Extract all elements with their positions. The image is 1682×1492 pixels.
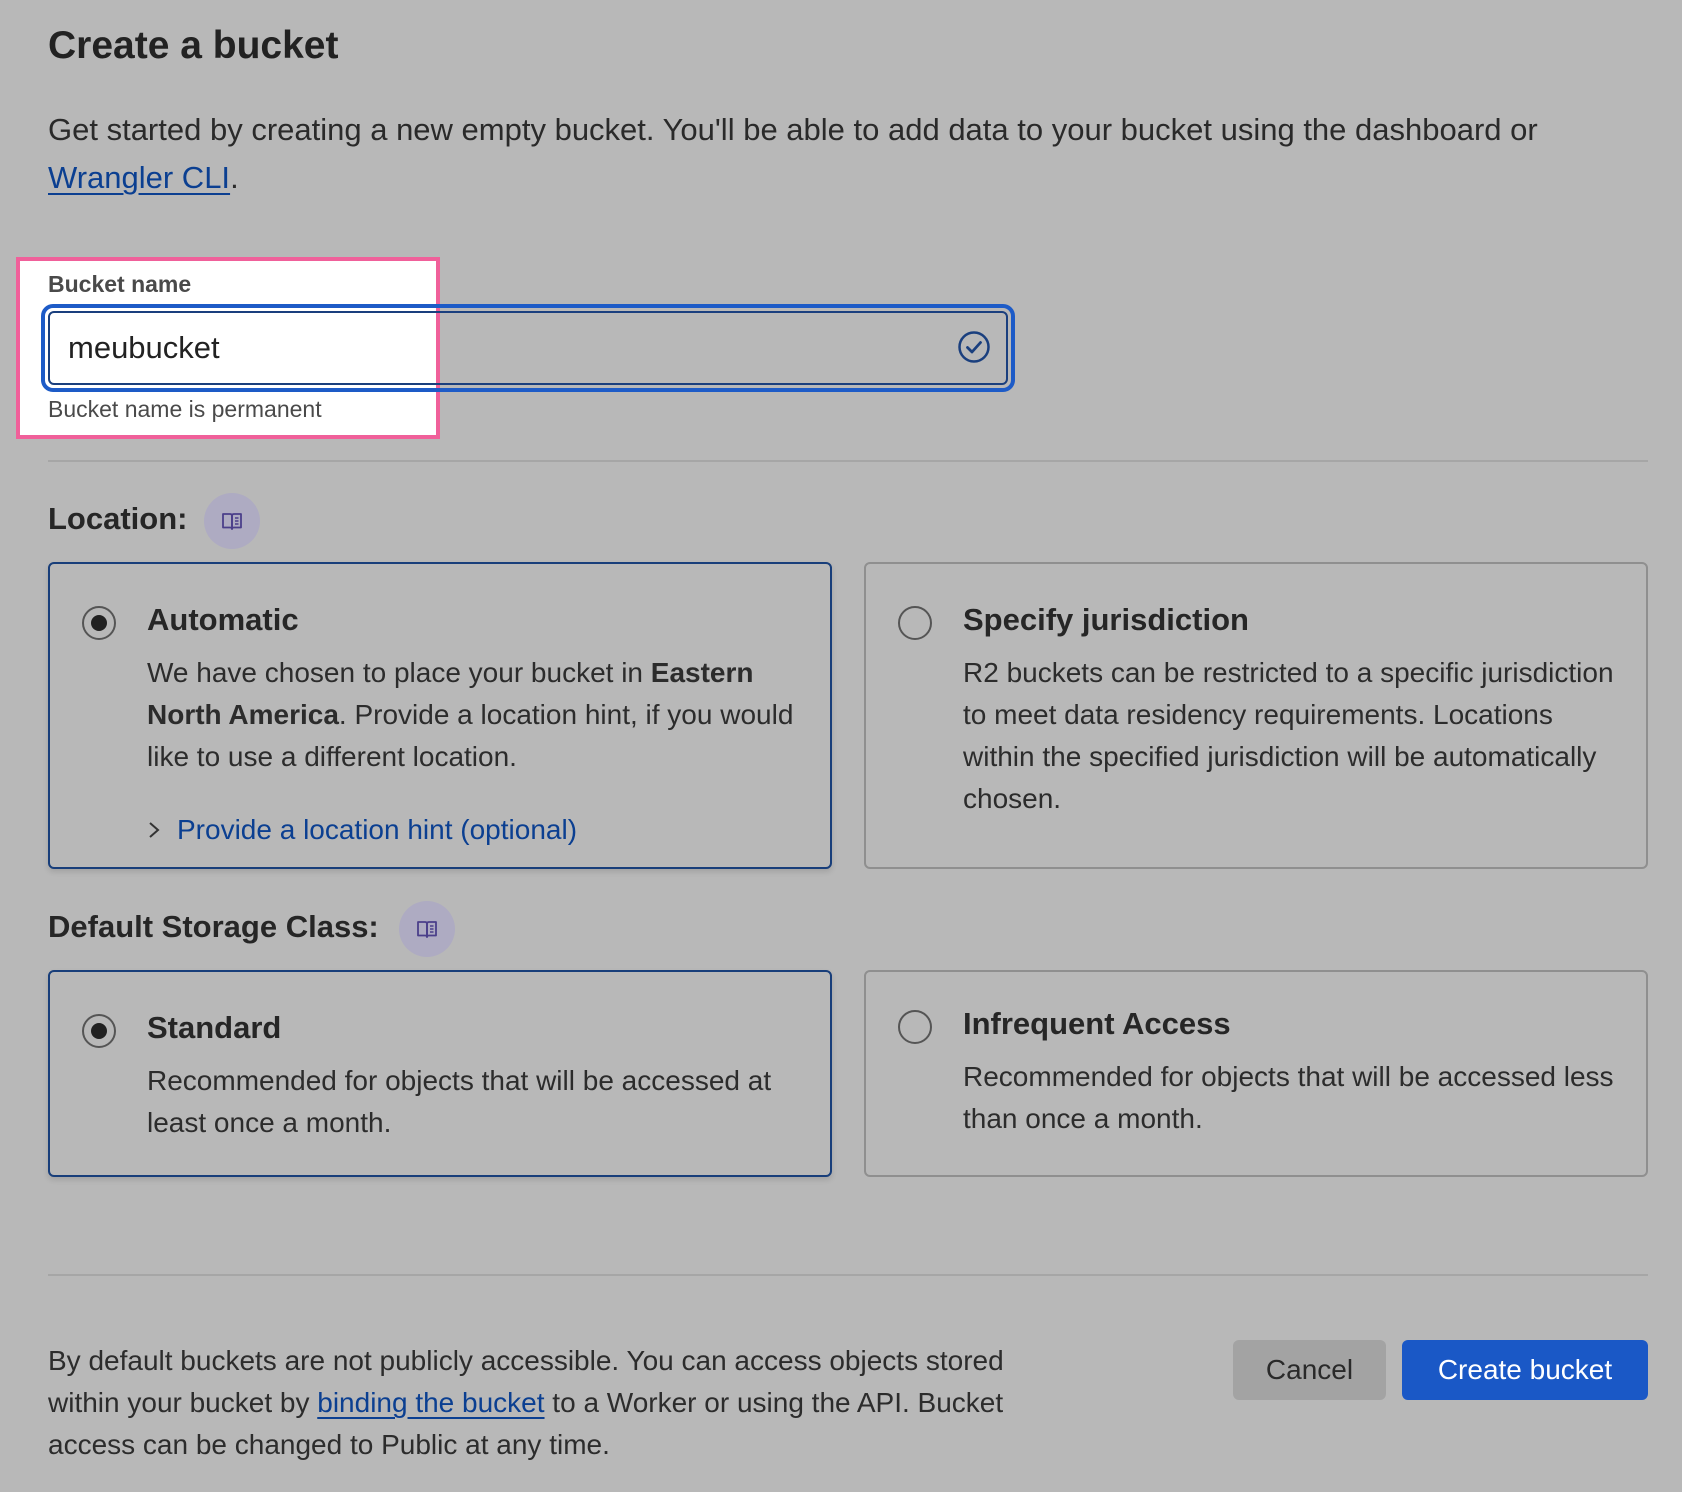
book-icon xyxy=(222,513,242,530)
option-description: Recommended for objects that will be acc… xyxy=(147,1065,772,1138)
option-title: Automatic xyxy=(147,602,299,637)
storage-class-label: Default Storage Class: xyxy=(48,909,379,944)
cancel-button[interactable]: Cancel xyxy=(1233,1340,1386,1400)
divider-top xyxy=(48,460,1648,462)
location-docs-button[interactable] xyxy=(204,493,260,549)
option-description: We have chosen to place your bucket in E… xyxy=(147,657,794,772)
divider-bottom xyxy=(48,1274,1648,1276)
location-option-jurisdiction[interactable]: Specify jurisdiction R2 buckets can be r… xyxy=(864,562,1648,869)
storage-class-docs-button[interactable] xyxy=(399,901,455,957)
location-label: Location: xyxy=(48,501,188,536)
bucket-name-label: Bucket name xyxy=(48,271,192,297)
option-description: Recommended for objects that will be acc… xyxy=(963,1061,1614,1134)
bucket-name-value: meubucket xyxy=(68,330,220,365)
radio-jurisdiction[interactable] xyxy=(898,606,932,640)
radio-infrequent[interactable] xyxy=(898,1010,932,1044)
binding-the-bucket-link[interactable]: binding the bucket xyxy=(317,1387,544,1418)
create-bucket-button[interactable]: Create bucket xyxy=(1402,1340,1648,1400)
storage-option-standard[interactable]: Standard Recommended for objects that wi… xyxy=(48,970,832,1177)
check-circle-icon xyxy=(958,331,990,363)
page-title: Create a bucket xyxy=(48,24,339,67)
option-title: Standard xyxy=(147,1010,282,1045)
storage-option-infrequent[interactable]: Infrequent Access Recommended for object… xyxy=(864,970,1648,1177)
bucket-name-input[interactable]: meubucket xyxy=(48,311,1008,385)
radio-standard[interactable] xyxy=(82,1014,116,1048)
location-option-automatic[interactable]: Automatic We have chosen to place your b… xyxy=(48,562,832,869)
intro-text: Get started by creating a new empty buck… xyxy=(48,112,1538,195)
radio-automatic[interactable] xyxy=(82,606,116,640)
create-bucket-page: Create a bucket Get started by creating … xyxy=(0,0,1682,1492)
wrangler-cli-link[interactable]: Wrangler CLI xyxy=(48,160,230,195)
option-title: Infrequent Access xyxy=(963,1006,1231,1041)
option-title: Specify jurisdiction xyxy=(963,602,1249,637)
book-icon xyxy=(417,921,437,938)
access-info-text: By default buckets are not publicly acce… xyxy=(48,1345,1004,1460)
option-description: R2 buckets can be restricted to a specif… xyxy=(963,657,1614,814)
location-hint-toggle[interactable]: Provide a location hint (optional) xyxy=(147,814,577,846)
bucket-name-help: Bucket name is permanent xyxy=(48,396,322,422)
chevron-right-icon xyxy=(149,822,160,838)
